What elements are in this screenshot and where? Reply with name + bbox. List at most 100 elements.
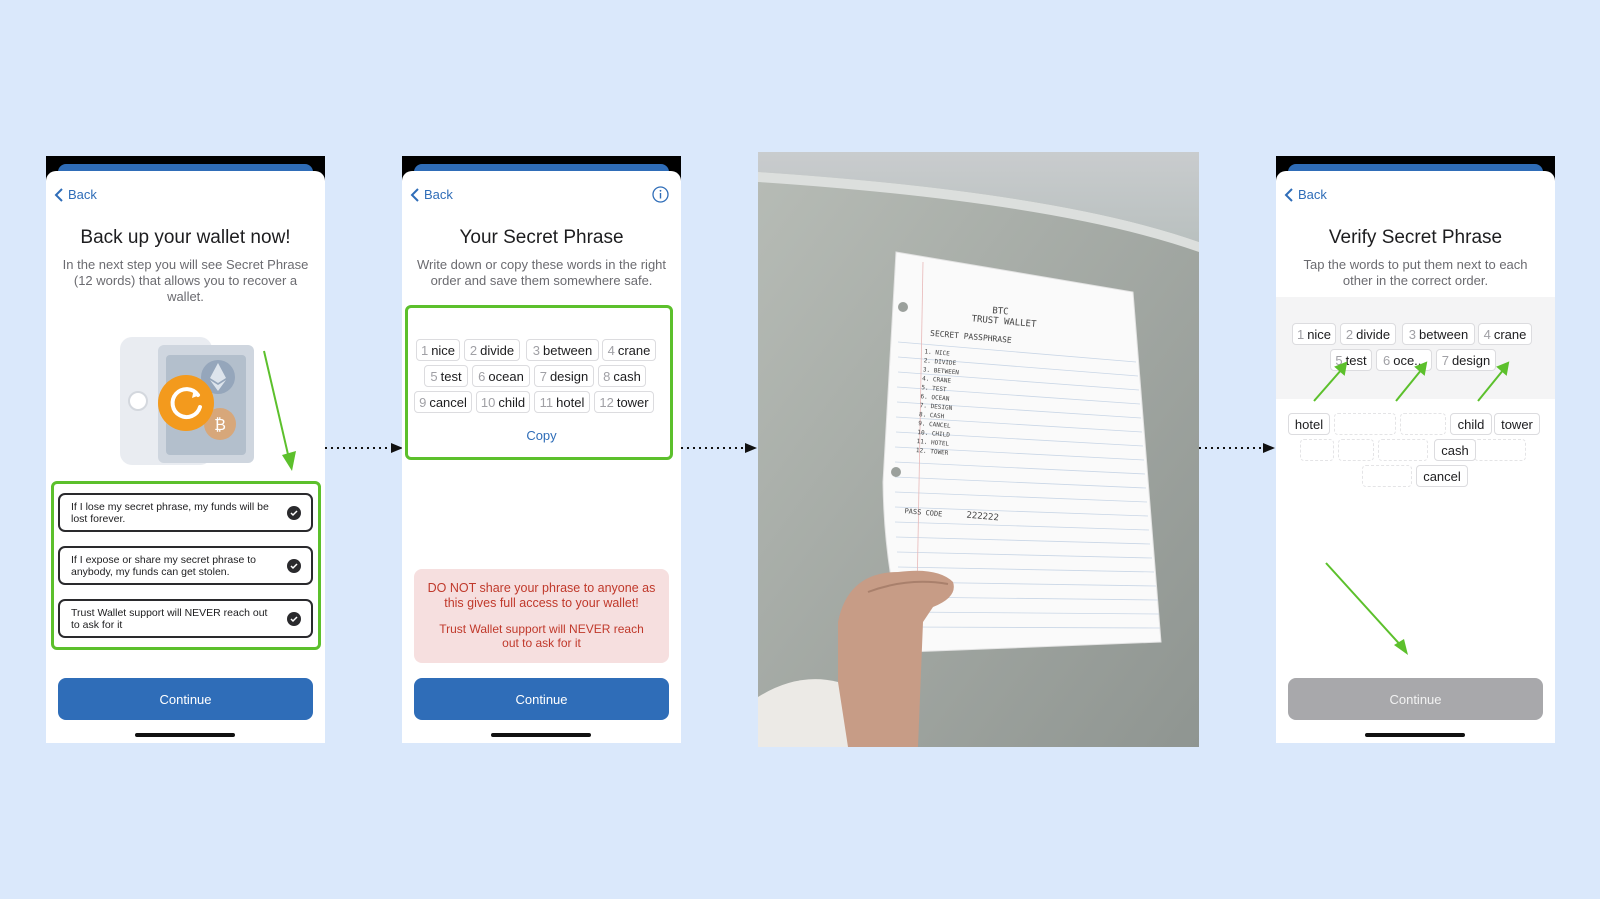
back-button[interactable]: Back: [1284, 187, 1327, 202]
page-subtitle: Write down or copy these words in the ri…: [416, 257, 667, 288]
phrase-word-chip[interactable]: 4 crane: [602, 339, 656, 361]
phrase-word-chip[interactable]: 2 divide: [464, 339, 520, 361]
word-number: 11: [539, 394, 554, 410]
acknowledge-share-phrase[interactable]: If I expose or share my secret phrase to…: [58, 546, 313, 585]
phrase-word-chip[interactable]: 11 hotel: [534, 391, 590, 413]
empty-word-slot: [1474, 439, 1526, 461]
arrow-annotation-icon: [1325, 562, 1408, 655]
word-text: child: [498, 394, 526, 410]
selected-word-chip[interactable]: 2 divide: [1340, 323, 1396, 345]
flow-arrow-icon: [1199, 443, 1275, 453]
refresh-icon: [158, 375, 214, 431]
arrow-annotation-icon: [1313, 361, 1510, 402]
phrase-word-chip[interactable]: 6 ocean: [472, 365, 530, 387]
pool-word-chip[interactable]: cancel: [1416, 465, 1468, 487]
pool-word-chip[interactable]: hotel: [1288, 413, 1330, 435]
phrase-word-chip[interactable]: 5 test: [424, 365, 468, 387]
phrase-word-chip[interactable]: 1 nice: [416, 339, 460, 361]
word-number: 2: [1345, 326, 1354, 342]
word-number: 1: [1296, 326, 1305, 342]
word-number: 9: [419, 394, 427, 410]
page-subtitle: Tap the words to put them next to each o…: [1303, 257, 1528, 288]
word-text: child: [1457, 416, 1485, 432]
warning-box: DO NOT share your phrase to anyone as th…: [414, 569, 669, 663]
word-number: 3: [532, 342, 541, 358]
continue-button[interactable]: Continue: [414, 678, 669, 720]
word-text: crane: [617, 342, 651, 358]
back-button[interactable]: Back: [54, 187, 97, 202]
phrase-word-chip[interactable]: 12 tower: [594, 391, 654, 413]
check-circle-icon: [287, 506, 301, 520]
word-text: cash: [1441, 442, 1469, 458]
phrase-word-chip[interactable]: 7 design: [534, 365, 594, 387]
word-text: cancel: [1423, 468, 1461, 484]
warning-sub-text: Trust Wallet support will NEVER reach ou…: [439, 622, 644, 650]
word-number: 8: [603, 368, 611, 384]
arrow-annotation-icon: [263, 350, 296, 471]
word-text: tower: [616, 394, 649, 410]
acknowledge-text: If I expose or share my secret phrase to…: [71, 554, 257, 578]
acknowledge-lose-phrase[interactable]: If I lose my secret phrase, my funds wil…: [58, 493, 313, 532]
phrase-word-chip[interactable]: 9 cancel: [414, 391, 472, 413]
word-text: nice: [1307, 326, 1332, 342]
phone-secret-phrase-screen: Back Your Secret Phrase Write down or co…: [402, 156, 681, 743]
back-label: Back: [424, 187, 453, 202]
selected-word-chip[interactable]: 4 crane: [1478, 323, 1532, 345]
empty-word-slot: [1334, 413, 1396, 435]
handwritten-backup-photo: BTC TRUST WALLET SECRET PASSPHRASE 1. NICE 2…: [758, 152, 1199, 747]
word-number: 10: [480, 394, 496, 410]
continue-button[interactable]: Continue: [58, 678, 313, 720]
phone-backup-screen: Back Back up your wallet now! In the nex…: [46, 156, 325, 743]
acknowledge-text: If I lose my secret phrase, my funds wil…: [71, 501, 269, 525]
word-text: between: [1419, 326, 1469, 342]
page-title: Your Secret Phrase: [459, 227, 624, 248]
home-indicator: [135, 733, 235, 737]
phone-verify-screen: Back Verify Secret Phrase Tap the words …: [1276, 156, 1555, 743]
pool-word-chip[interactable]: child: [1450, 413, 1492, 435]
screen-body: Back Your Secret Phrase Write down or co…: [402, 171, 681, 743]
svg-text:₿: ₿: [214, 415, 226, 434]
pool-word-chip[interactable]: cash: [1434, 439, 1476, 461]
phrase-word-chip[interactable]: 8 cash: [598, 365, 646, 387]
wallet-safe-illustration: ₿: [120, 337, 254, 465]
back-label: Back: [1298, 187, 1327, 202]
page-title: Back up your wallet now!: [80, 227, 291, 248]
word-number: 12: [599, 394, 614, 410]
chevron-left-icon: [1284, 187, 1293, 202]
phrase-word-chip[interactable]: 10 child: [476, 391, 530, 413]
info-icon[interactable]: [652, 186, 669, 203]
check-circle-icon: [287, 559, 301, 573]
back-label: Back: [68, 187, 97, 202]
copy-button[interactable]: Copy: [402, 428, 681, 443]
check-circle-icon: [287, 612, 301, 626]
continue-button[interactable]: Continue: [1288, 678, 1543, 720]
empty-word-slot: [1362, 465, 1412, 487]
phrase-word-chip[interactable]: 3 between: [526, 339, 599, 361]
home-indicator: [491, 733, 591, 737]
pool-word-chip[interactable]: tower: [1494, 413, 1540, 435]
word-number: 3: [1408, 326, 1417, 342]
word-text: ocean: [488, 368, 524, 384]
empty-word-slot: [1400, 413, 1446, 435]
word-text: cancel: [429, 394, 467, 410]
page-subtitle: In the next step you will see Secret Phr…: [62, 257, 309, 304]
page-title: Verify Secret Phrase: [1328, 227, 1503, 248]
word-text: test: [440, 368, 462, 384]
warning-main-text: DO NOT share your phrase to anyone as th…: [427, 581, 656, 610]
word-text: tower: [1501, 416, 1533, 432]
acknowledge-support-never[interactable]: Trust Wallet support will NEVER reach ou…: [58, 599, 313, 638]
word-text: between: [543, 342, 593, 358]
flow-arrow-icon: [325, 443, 403, 453]
empty-word-slot: [1378, 439, 1428, 461]
home-indicator: [1365, 733, 1465, 737]
selected-word-chip[interactable]: 3 between: [1402, 323, 1475, 345]
back-button[interactable]: Back: [410, 187, 453, 202]
word-number: 1: [420, 342, 429, 358]
word-number: 4: [1483, 326, 1491, 342]
chevron-left-icon: [410, 187, 419, 202]
word-text: cash: [613, 368, 641, 384]
selected-word-chip[interactable]: 1 nice: [1292, 323, 1336, 345]
word-text: divide: [480, 342, 515, 358]
empty-word-slot: [1300, 439, 1334, 461]
word-number: 6: [478, 368, 486, 384]
